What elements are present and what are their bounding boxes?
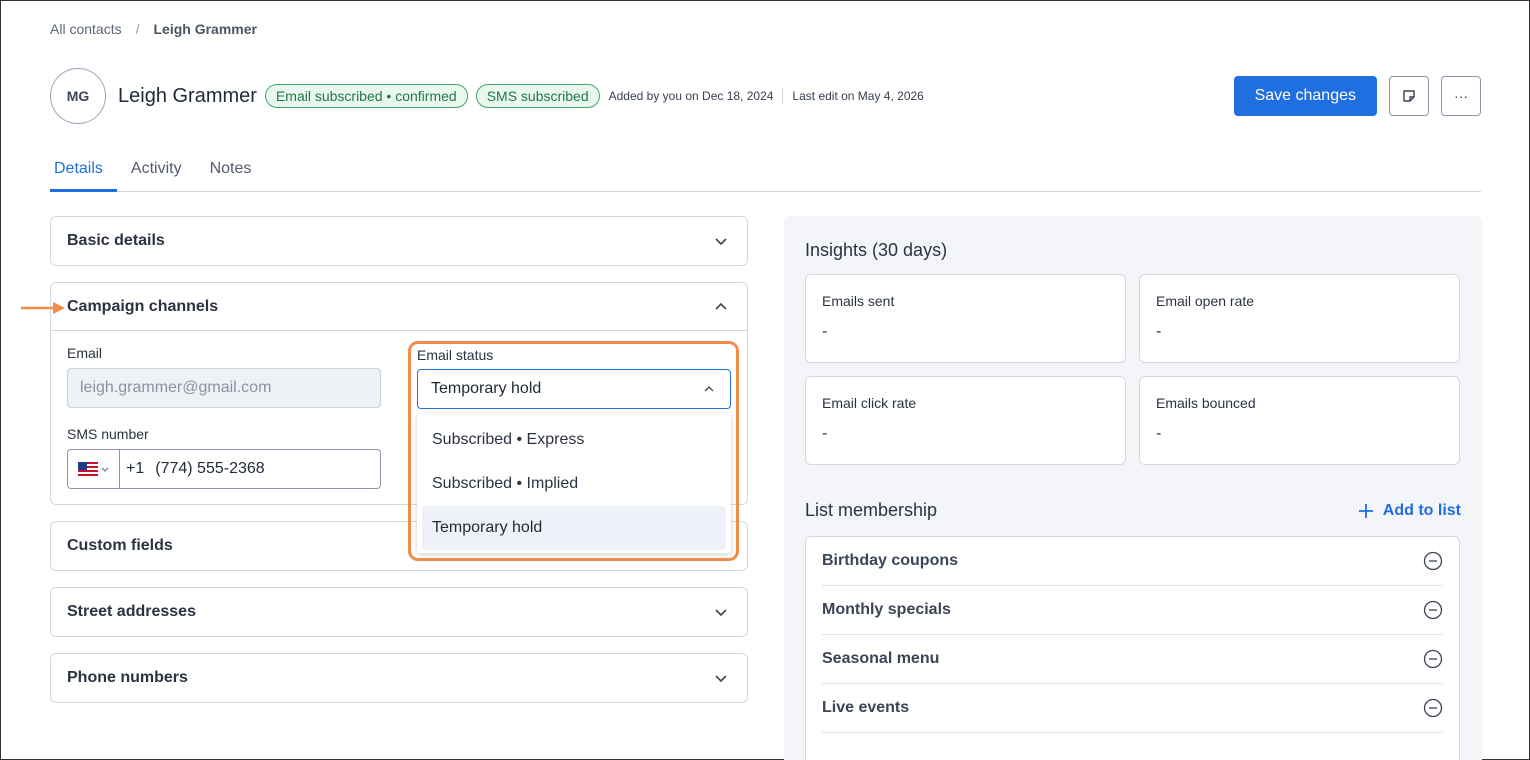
email-status-menu: Subscribed • Express Subscribed • Implie… <box>417 413 731 553</box>
stat-label: Email open rate <box>1156 293 1255 309</box>
email-status-badge: Email subscribed • confirmed <box>264 84 468 108</box>
plus-icon <box>1358 504 1373 518</box>
stat-email-open-rate: Email open rate - <box>1139 274 1460 363</box>
breadcrumb-separator: / <box>135 21 140 37</box>
stat-value: - <box>822 425 828 442</box>
more-icon: ··· <box>1454 88 1468 104</box>
chevron-down-icon <box>715 609 727 617</box>
email-status-select[interactable]: Temporary hold <box>417 369 731 409</box>
stat-email-click-rate: Email click rate - <box>805 376 1126 465</box>
tab-bar: Details Activity Notes <box>50 156 1481 192</box>
sms-status-badge: SMS subscribed <box>475 84 600 108</box>
remove-circle-icon[interactable] <box>1423 649 1443 669</box>
chevron-down-icon <box>715 675 727 683</box>
status-option-express[interactable]: Subscribed • Express <box>422 418 726 462</box>
chevron-down-icon <box>715 238 727 246</box>
street-addresses-panel: Street addresses <box>50 587 748 637</box>
list-membership-title: List membership <box>805 500 938 520</box>
meta-divider <box>782 88 784 104</box>
insights-title: Insights (30 days) <box>805 240 948 260</box>
added-info: Added by you on Dec 18, 2024 <box>608 89 774 103</box>
status-option-implied[interactable]: Subscribed • Implied <box>422 462 726 506</box>
chevron-down-icon <box>101 467 108 472</box>
tab-notes[interactable]: Notes <box>206 156 266 192</box>
sms-number-label: SMS number <box>67 426 149 442</box>
street-addresses-header[interactable]: Street addresses <box>51 588 747 636</box>
stat-value: - <box>1156 425 1162 442</box>
add-to-list-label: Add to list <box>1382 502 1461 519</box>
remove-circle-icon[interactable] <box>1423 698 1443 718</box>
add-to-list-button[interactable]: Add to list <box>1357 502 1461 520</box>
more-options-button[interactable]: ··· <box>1441 76 1481 116</box>
stat-label: Emails sent <box>822 293 895 309</box>
us-flag-icon <box>77 462 98 476</box>
list-item-name: Monthly specials <box>822 601 951 618</box>
header-actions: Save changes ··· <box>1233 76 1481 116</box>
basic-details-panel: Basic details <box>50 216 748 266</box>
stat-value: - <box>1156 323 1162 340</box>
remove-circle-icon[interactable] <box>1423 551 1443 571</box>
breadcrumb-all-contacts[interactable]: All contacts <box>50 21 122 37</box>
sticky-note-icon <box>1403 90 1415 102</box>
email-label: Email <box>67 345 103 361</box>
sms-number-field[interactable]: +1 (774) 555-2368 <box>67 449 381 489</box>
stat-value: - <box>822 323 828 340</box>
breadcrumb-current: Leigh Grammer <box>153 21 257 37</box>
country-selector[interactable] <box>68 450 120 488</box>
phone-numbers-panel: Phone numbers <box>50 653 748 703</box>
list-item-name: Live events <box>822 699 910 716</box>
chevron-up-icon <box>704 386 714 392</box>
avatar: MG <box>50 68 106 124</box>
stat-label: Emails bounced <box>1156 395 1256 411</box>
list-item: Monthly specials <box>822 586 1443 635</box>
status-option-temporary-hold[interactable]: Temporary hold <box>422 506 726 550</box>
chevron-up-icon <box>715 302 727 310</box>
contact-meta: Added by you on Dec 18, 2024 Last edit o… <box>609 88 924 104</box>
street-addresses-title: Street addresses <box>67 603 196 620</box>
sms-country-code: +1 <box>126 460 145 477</box>
remove-circle-icon[interactable] <box>1423 600 1443 620</box>
phone-numbers-header[interactable]: Phone numbers <box>51 654 747 702</box>
stat-label: Email click rate <box>822 395 917 411</box>
callout-arrow-icon <box>21 302 65 314</box>
list-item-name: Birthday coupons <box>822 552 959 569</box>
sms-number-value: (774) 555-2368 <box>155 460 265 477</box>
breadcrumb: All contacts / Leigh Grammer <box>50 21 257 37</box>
basic-details-title: Basic details <box>67 232 165 249</box>
email-field: leigh.grammer@gmail.com <box>67 368 381 408</box>
custom-fields-title: Custom fields <box>67 537 173 554</box>
stat-emails-sent: Emails sent - <box>805 274 1126 363</box>
tab-activity[interactable]: Activity <box>127 156 196 192</box>
stat-emails-bounced: Emails bounced - <box>1139 376 1460 465</box>
save-changes-button[interactable]: Save changes <box>1233 76 1377 116</box>
campaign-channels-header[interactable]: Campaign channels <box>51 283 747 331</box>
email-status-label: Email status <box>417 347 494 363</box>
list-item-name: Seasonal menu <box>822 650 940 667</box>
list-item: Birthday coupons <box>822 537 1443 586</box>
tab-details[interactable]: Details <box>50 156 117 192</box>
basic-details-header[interactable]: Basic details <box>51 217 747 265</box>
contact-header: MG Leigh Grammer Email subscribed • conf… <box>50 68 1481 124</box>
last-edit-info: Last edit on May 4, 2026 <box>792 89 924 103</box>
contact-name: Leigh Grammer <box>118 84 257 107</box>
insights-panel: Insights (30 days) Emails sent - Email o… <box>784 216 1482 760</box>
phone-numbers-title: Phone numbers <box>67 669 188 686</box>
campaign-channels-title: Campaign channels <box>67 297 219 315</box>
email-status-value: Temporary hold <box>431 380 542 397</box>
list-item: Seasonal menu <box>822 635 1443 684</box>
list-membership-list: Birthday coupons Monthly specials Season… <box>805 536 1460 760</box>
list-item: Live events <box>822 684 1443 733</box>
note-button[interactable] <box>1389 76 1429 116</box>
